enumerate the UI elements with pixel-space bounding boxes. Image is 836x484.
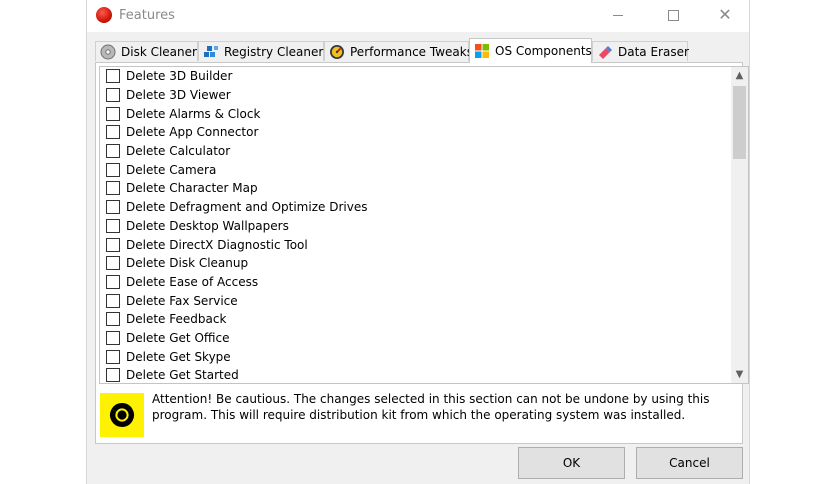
radiation-hazard-icon	[100, 393, 144, 437]
component-checkbox[interactable]	[106, 368, 120, 383]
component-checkbox[interactable]	[106, 162, 120, 177]
component-label: Delete Alarms & Clock	[126, 106, 261, 121]
component-checkbox[interactable]	[106, 218, 120, 233]
eraser-icon	[597, 44, 613, 60]
close-icon: ✕	[718, 5, 732, 24]
tab-label: Data Eraser	[618, 44, 689, 59]
tab-label: Registry Cleaner	[224, 44, 324, 59]
tab-strip: Disk Cleaner Registry Cleaner Performanc…	[95, 38, 745, 63]
list-item[interactable]: Delete 3D Builder	[100, 67, 728, 86]
component-checkbox[interactable]	[106, 88, 120, 103]
component-label: Delete 3D Builder	[126, 69, 233, 84]
disk-icon	[100, 44, 116, 60]
component-checkbox[interactable]	[106, 181, 120, 196]
warning-box: Attention! Be cautious. The changes sele…	[96, 385, 742, 443]
component-label: Delete 3D Viewer	[126, 88, 231, 103]
maximize-icon	[667, 10, 679, 21]
component-checkbox[interactable]	[106, 69, 120, 84]
component-checkbox[interactable]	[106, 256, 120, 271]
cancel-button[interactable]: Cancel	[636, 447, 743, 479]
component-checkbox[interactable]	[106, 312, 120, 327]
list-item[interactable]: Delete DirectX Diagnostic Tool	[100, 235, 728, 254]
app-icon	[96, 7, 112, 23]
maximize-button[interactable]	[650, 0, 696, 32]
component-checkbox[interactable]	[106, 349, 120, 364]
windows-logo-icon	[474, 43, 490, 59]
list-item[interactable]: Delete Defragment and Optimize Drives	[100, 198, 728, 217]
component-label: Delete Get Skype	[126, 349, 231, 364]
component-label: Delete Feedback	[126, 312, 227, 327]
component-checkbox[interactable]	[106, 237, 120, 252]
component-checkbox[interactable]	[106, 330, 120, 345]
list-item[interactable]: Delete Get Skype	[100, 347, 728, 366]
tab-label: Performance Tweaks	[350, 44, 473, 59]
components-list[interactable]: Delete 3D Builder Delete 3D Viewer Delete …	[99, 66, 749, 384]
components-list-items: Delete 3D Builder Delete 3D Viewer Delete …	[100, 67, 728, 383]
minimize-button[interactable]	[595, 0, 641, 32]
component-label: Delete Ease of Access	[126, 274, 259, 289]
component-checkbox[interactable]	[106, 125, 120, 140]
tab-os-components[interactable]: OS Components	[469, 38, 592, 63]
os-components-panel: Delete 3D Builder Delete 3D Viewer Delete …	[95, 62, 749, 444]
tab-performance-tweaks[interactable]: Performance Tweaks	[324, 41, 473, 61]
component-checkbox[interactable]	[106, 106, 120, 121]
registry-cubes-icon	[203, 44, 219, 60]
vertical-scrollbar[interactable]: ▲ ▼	[731, 67, 748, 383]
gauge-icon	[329, 44, 345, 60]
component-label: Delete Desktop Wallpapers	[126, 218, 289, 233]
list-item[interactable]: Delete Get Office	[100, 329, 728, 348]
list-item[interactable]: Delete 3D Viewer	[100, 86, 728, 105]
component-label: Delete Calculator	[126, 144, 231, 159]
list-item[interactable]: Delete Get Started	[100, 366, 728, 383]
title-bar[interactable]: Features ✕	[87, 0, 749, 32]
list-item[interactable]: Delete Calculator	[100, 142, 728, 161]
list-item[interactable]: Delete Desktop Wallpapers	[100, 217, 728, 236]
ok-button[interactable]: OK	[518, 447, 625, 479]
list-item[interactable]: Delete Feedback	[100, 310, 728, 329]
component-checkbox[interactable]	[106, 144, 120, 159]
component-label: Delete DirectX Diagnostic Tool	[126, 237, 308, 252]
window-title: Features	[119, 8, 175, 23]
list-item[interactable]: Delete Disk Cleanup	[100, 254, 728, 273]
component-label: Delete Defragment and Optimize Drives	[126, 200, 368, 215]
component-checkbox[interactable]	[106, 274, 120, 289]
component-label: Delete Fax Service	[126, 293, 238, 308]
list-item[interactable]: Delete Fax Service	[100, 291, 728, 310]
minimize-icon	[613, 15, 623, 16]
scroll-down-arrow-icon[interactable]: ▼	[731, 366, 748, 383]
tab-data-eraser[interactable]: Data Eraser	[592, 41, 689, 61]
component-label: Delete App Connector	[126, 125, 259, 140]
tab-registry-cleaner[interactable]: Registry Cleaner	[198, 41, 324, 61]
component-label: Delete Disk Cleanup	[126, 256, 249, 271]
list-item[interactable]: Delete App Connector	[100, 123, 728, 142]
component-label: Delete Get Started	[126, 368, 239, 383]
tab-label: Disk Cleaner	[121, 44, 197, 59]
component-label: Delete Get Office	[126, 330, 230, 345]
component-checkbox[interactable]	[106, 200, 120, 215]
list-item[interactable]: Delete Alarms & Clock	[100, 104, 728, 123]
list-item[interactable]: Delete Character Map	[100, 179, 728, 198]
features-window: Features ✕ Disk Cleaner Registry Cleaner…	[86, 0, 750, 484]
scroll-up-arrow-icon[interactable]: ▲	[731, 67, 748, 84]
tab-label: OS Components	[495, 44, 592, 58]
tab-disk-cleaner[interactable]: Disk Cleaner	[95, 41, 198, 61]
warning-text: Attention! Be cautious. The changes sele…	[152, 392, 710, 422]
scroll-thumb[interactable]	[733, 86, 746, 159]
list-item[interactable]: Delete Ease of Access	[100, 273, 728, 292]
component-label: Delete Character Map	[126, 181, 258, 196]
component-label: Delete Camera	[126, 162, 217, 177]
list-item[interactable]: Delete Camera	[100, 160, 728, 179]
component-checkbox[interactable]	[106, 293, 120, 308]
close-button[interactable]: ✕	[702, 0, 748, 32]
